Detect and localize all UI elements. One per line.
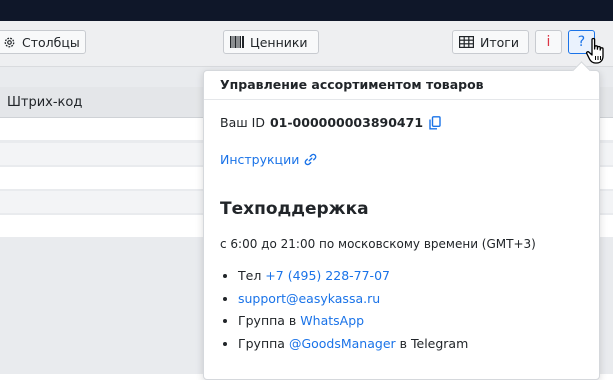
top-navigation-bar [0,0,613,21]
user-id-value: 01-000000003890471 [269,115,424,130]
contact-prefix: Группа [238,335,289,351]
toolbar: Столбцы Ценники Итоги i ? [0,21,613,67]
barcode-icon [230,36,244,48]
whatsapp-link[interactable]: WhatsApp [300,313,364,328]
popover-body: Ваш ID 01-000000003890471 Инструкции Тех… [220,115,590,351]
list-item: Группа в WhatsApp [238,310,468,333]
contact-prefix: Группа в [238,313,301,328]
external-link-icon[interactable] [304,153,317,166]
popover-title: Управление ассортиментом товаров [204,71,599,100]
instructions-line: Инструкции [220,152,317,167]
barcode-column-header[interactable]: Штрих-код [7,95,82,110]
price-labels-button[interactable]: Ценники [223,30,319,54]
hand-pointer-icon [585,37,609,71]
contacts-list: Тел +7 (495) 228-77-07 support@easykassa… [220,265,468,355]
telegram-link[interactable]: @GoodsManager [289,336,396,351]
list-item: Группа @GoodsManager в Telegram [238,333,468,356]
help-popover: Управление ассортиментом товаров Ваш ID … [203,61,600,380]
copy-icon[interactable] [429,115,441,130]
columns-button-label: Столбцы [22,34,80,50]
columns-button[interactable]: Столбцы [0,30,86,54]
gear-icon [3,36,16,49]
totals-button[interactable]: Итоги [452,30,529,54]
list-item: support@easykassa.ru [238,288,468,311]
user-id-prefix: Ваш ID [220,115,265,130]
email-link[interactable]: support@easykassa.ru [238,291,380,306]
support-hours: с 6:00 до 21:00 по московскому времени (… [220,237,536,251]
table-icon [459,36,474,48]
support-title: Техподдержка [220,199,369,219]
list-item: Тел +7 (495) 228-77-07 [238,265,468,288]
contact-prefix: Тел [238,268,266,283]
user-id-line: Ваш ID 01-000000003890471 [220,115,590,130]
price-labels-button-label: Ценники [250,34,308,50]
totals-button-label: Итоги [480,34,519,50]
info-button[interactable]: i [535,30,562,54]
phone-link[interactable]: +7 (495) 228-77-07 [265,268,390,283]
contact-suffix: в Telegram [395,335,469,351]
instructions-link[interactable]: Инструкции [220,152,299,167]
